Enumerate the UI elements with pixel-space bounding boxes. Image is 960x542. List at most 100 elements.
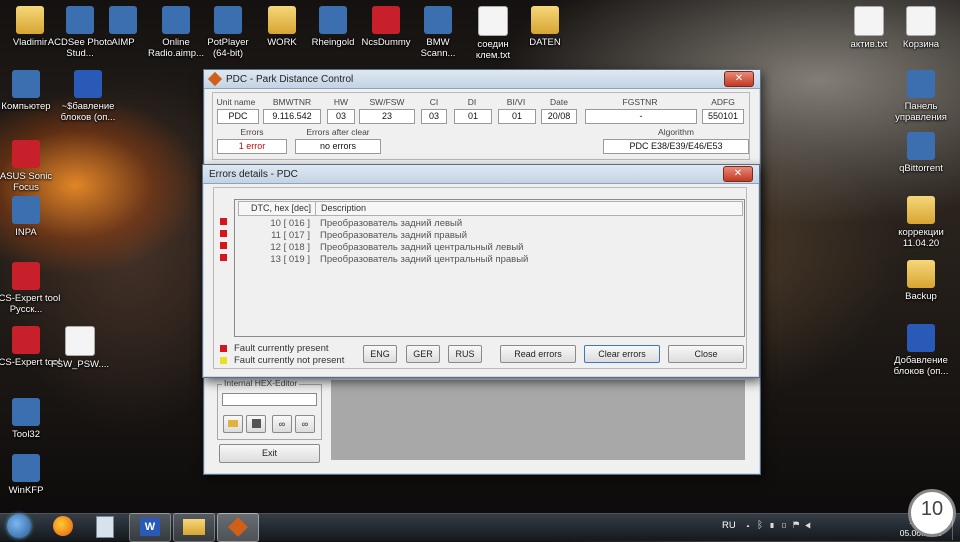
error-row[interactable]: 10 [ 016 ] Преобразователь задний левый <box>238 218 741 230</box>
desktop-icon[interactable]: Добавление блоков (оп... <box>886 324 956 377</box>
close-button[interactable]: Close <box>668 345 744 363</box>
adfg-field: 550101 <box>702 109 744 124</box>
read-errors-button[interactable]: Read errors <box>500 345 576 363</box>
desktop-icon[interactable]: WORK <box>254 6 310 48</box>
desktop-icon-label: ASUS Sonic Focus <box>0 171 53 193</box>
desktop-icon[interactable]: Tool32 <box>0 398 62 440</box>
rheingold-icon <box>319 6 347 34</box>
taskbar-word[interactable]: W <box>129 513 171 542</box>
di-field: 01 <box>454 109 492 124</box>
desktop-icon[interactable]: Online Radio.aimp... <box>148 6 204 59</box>
desktop-icon[interactable]: qBittorrent <box>886 132 956 174</box>
error-row[interactable]: 13 [ 019 ] Преобразователь задний централ… <box>238 254 741 266</box>
hex-search-button[interactable]: ∞ <box>272 415 292 433</box>
desktop-icon-label: NCS-Expert tool Русск... <box>0 293 61 315</box>
exit-button[interactable]: Exit <box>219 444 320 463</box>
volume-icon[interactable]: ◀ <box>805 520 817 531</box>
fsw-file-icon <box>65 326 95 356</box>
desktop-icon[interactable]: NCS-Expert tool Русск... <box>0 262 62 315</box>
adfg-label: ADFG <box>711 97 735 107</box>
desktop-icon[interactable]: INPA <box>0 196 62 238</box>
column-header-description[interactable]: Description <box>321 202 366 215</box>
error-code: 11 [ 017 ] <box>271 230 310 241</box>
desktop-icon-label: коррекции 11.04.20 <box>898 227 944 249</box>
desktop-icon[interactable]: ~$бавление блоков (оп... <box>52 70 124 123</box>
folder-icon <box>531 6 559 34</box>
desktop-icon[interactable]: Панель управления <box>886 70 956 123</box>
desktop-icon-label: Корзина <box>902 39 940 50</box>
explorer-folder-icon <box>183 519 205 535</box>
desktop-icon[interactable]: ASUS Sonic Focus <box>0 140 62 193</box>
sw-fsw-label: SW/FSW <box>369 97 405 107</box>
desktop-icon-label: FSW_PSW.... <box>50 359 110 370</box>
error-row[interactable]: 12 [ 018 ] Преобразователь задний централ… <box>238 242 741 254</box>
inpa-icon <box>12 196 40 224</box>
potplayer-icon <box>214 6 242 34</box>
network-icon[interactable]: ▮ <box>769 520 781 531</box>
errors-dialog-titlebar[interactable]: Errors details - PDC ✕ <box>203 165 759 184</box>
bi-vi-label: BI/VI <box>506 97 526 107</box>
battery-icon[interactable]: ▯ <box>781 520 793 531</box>
firefox-icon <box>53 516 73 536</box>
desktop-icon-label: Rheingold <box>311 37 355 48</box>
asus-icon <box>12 140 40 168</box>
desktop-icon[interactable]: DATEN <box>517 6 573 48</box>
taskbar-pdc-app[interactable] <box>217 513 259 542</box>
computer-icon <box>12 70 40 98</box>
desktop-icon[interactable]: WinKFP <box>0 454 62 496</box>
calculator-icon <box>96 516 114 538</box>
hex-search-next-button[interactable]: ∞ <box>295 415 315 433</box>
close-icon[interactable]: ✕ <box>724 71 754 87</box>
aimp-icon <box>109 6 137 34</box>
desktop-icon[interactable]: соедин клем.txt <box>465 6 521 61</box>
taskbar-calculator[interactable] <box>90 513 120 540</box>
taskbar-firefox[interactable] <box>48 513 78 540</box>
desktop-icon[interactable]: NcsDummy <box>358 6 414 48</box>
bluetooth-icon[interactable]: ᛒ <box>757 520 769 531</box>
desktop-icon[interactable]: PotPlayer (64-bit) <box>200 6 256 59</box>
fault-present-marker <box>220 218 227 225</box>
errors-list[interactable]: DTC, hex [dec] Description 10 [ 016 ] Пре… <box>234 199 745 337</box>
folder-icon <box>16 6 44 34</box>
ci-field: 03 <box>421 109 447 124</box>
taskbar-explorer[interactable] <box>173 513 215 542</box>
date-label: Date <box>550 97 568 107</box>
binoculars-icon: ∞ <box>278 419 286 429</box>
legend-not-present-label: Fault currently not present <box>234 355 345 366</box>
radio-icon <box>162 6 190 34</box>
pdc-titlebar[interactable]: PDC - Park Distance Control ✕ <box>204 70 760 89</box>
error-row[interactable]: 11 [ 017 ] Преобразователь задний правый <box>238 230 741 242</box>
desktop-icon[interactable]: FSW_PSW.... <box>44 326 116 370</box>
desktop-icon[interactable]: Backup <box>886 260 956 302</box>
ger-button[interactable]: GER <box>406 345 440 363</box>
start-button[interactable] <box>4 513 34 540</box>
bmwtnr-label: BMWTNR <box>272 97 312 107</box>
desktop-icon[interactable]: AIMP <box>95 6 151 48</box>
tray-icons: ▴ᛒ▮▯⚑◀ <box>745 520 895 532</box>
word-doc-icon <box>907 324 935 352</box>
clear-errors-button[interactable]: Clear errors <box>584 345 660 363</box>
folder-open-icon <box>228 420 238 427</box>
desktop-icon[interactable]: коррекции 11.04.20 <box>886 196 956 249</box>
column-header-dtc[interactable]: DTC, hex [dec] <box>243 202 316 215</box>
desktop-icon[interactable]: Rheingold <box>305 6 361 48</box>
hex-save-button[interactable] <box>246 415 266 433</box>
bmw-app-icon <box>228 517 248 537</box>
hw-field: 03 <box>327 109 355 124</box>
hex-editor-input[interactable] <box>222 393 317 406</box>
fault-present-marker <box>220 242 227 249</box>
desktop-icon-label: PotPlayer (64-bit) <box>207 37 249 59</box>
close-icon[interactable]: ✕ <box>723 166 753 182</box>
flag-icon[interactable]: ⚑ <box>793 520 805 531</box>
desktop-icon[interactable]: Корзина <box>886 6 956 50</box>
rus-button[interactable]: RUS <box>448 345 482 363</box>
language-indicator[interactable]: RU <box>722 520 736 531</box>
desktop-icon-label: NcsDummy <box>361 37 411 48</box>
notification-badge[interactable]: 10 <box>908 489 956 537</box>
tray-expand-icon[interactable]: ▴ <box>745 520 757 531</box>
desktop-icon[interactable]: BMW Scann... <box>410 6 466 59</box>
eng-button[interactable]: ENG <box>363 345 397 363</box>
hex-open-button[interactable] <box>223 415 243 433</box>
show-desktop-button[interactable] <box>952 513 960 540</box>
error-code: 10 [ 016 ] <box>270 218 310 229</box>
